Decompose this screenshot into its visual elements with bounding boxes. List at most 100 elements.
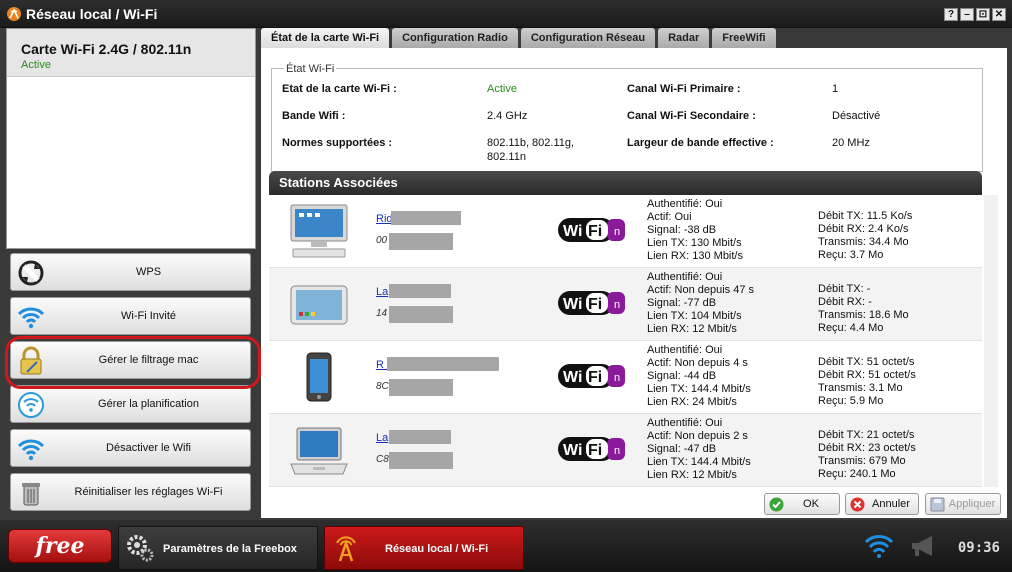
disable-wifi-button[interactable]: Désactiver le Wifi	[10, 429, 251, 467]
station-row[interactable]: La C8 16 WiFin Authentifié: Oui Actif: N…	[269, 414, 982, 487]
tab-radar[interactable]: Radar	[658, 28, 710, 48]
wifi-certified-logo: Wi Fi n	[558, 218, 625, 242]
check-icon	[769, 497, 784, 512]
station-rates: Débit TX: - Débit RX: - Transmis: 18.6 M…	[818, 283, 909, 335]
logo-fi: Fi	[588, 296, 602, 313]
link-tx-text: Lien TX: 144.4 Mbit/s	[647, 456, 751, 468]
auth-text: Authentifié: Oui	[647, 417, 723, 429]
station-row[interactable]: R 7 8C 7B WiFin Authentifié: Oui Actif: …	[269, 341, 982, 414]
minimize-button[interactable]: –	[960, 8, 974, 21]
title-bar[interactable]: Réseau local / Wi-Fi ? – ⊡ ✕	[0, 0, 1012, 28]
wifi-certified-logo: Wi Fi n	[558, 364, 625, 388]
redaction-box	[387, 357, 499, 371]
redaction-box	[389, 284, 451, 298]
etat-label: Etat de la carte Wi-Fi :	[282, 83, 397, 95]
maximize-button[interactable]: ⊡	[976, 8, 990, 21]
tab-network-config[interactable]: Configuration Réseau	[520, 28, 656, 48]
station-name[interactable]: La	[376, 432, 388, 444]
ok-button[interactable]: OK	[764, 493, 840, 515]
stations-scrollbar[interactable]	[984, 195, 998, 487]
taskbar-freebox-settings[interactable]: Paramètres de la Freebox	[118, 526, 318, 570]
tab-wifi-state[interactable]: État de la carte Wi-Fi	[261, 28, 390, 48]
cancel-label: Annuler	[872, 498, 910, 510]
logo-wi: Wi	[563, 442, 582, 459]
logo-n: n	[614, 299, 620, 311]
rate-rx-text: Débit RX: 2.4 Ko/s	[818, 223, 909, 235]
clock: 09:36	[957, 540, 1000, 556]
tab-freewifi[interactable]: FreeWifi	[712, 28, 776, 48]
wifi-tower-icon	[7, 7, 21, 21]
sent-text: Transmis: 679 Mo	[818, 455, 906, 467]
tab-radio-config[interactable]: Configuration Radio	[392, 28, 518, 48]
card-title: Carte Wi-Fi 2.4G / 802.11n	[21, 41, 192, 57]
taskbar-wifi[interactable]: Réseau local / Wi-Fi	[324, 526, 524, 570]
mac-filter-button[interactable]: Gérer le filtrage mac	[10, 341, 251, 379]
free-menu-button[interactable]: free	[8, 529, 112, 563]
wifi-certified-logo: Wi Fi n	[558, 437, 625, 461]
wifi-state-legend: État Wi-Fi	[284, 63, 337, 75]
disable-wifi-label: Désactiver le Wifi	[106, 442, 191, 454]
reset-wifi-button[interactable]: Réinitialiser les réglages Wi-Fi	[10, 473, 251, 511]
rate-rx-text: Débit RX: 51 octet/s	[818, 369, 916, 381]
bande-label: Bande Wifi :	[282, 110, 346, 122]
signal-text: Signal: -44 dB	[647, 370, 717, 382]
station-rates: Débit TX: 11.5 Ko/s Débit RX: 2.4 Ko/s T…	[818, 210, 912, 262]
close-button[interactable]: ✕	[992, 8, 1006, 21]
active-text: Actif: Non depuis 4 s	[647, 357, 748, 369]
active-text: Actif: Non depuis 47 s	[647, 284, 755, 296]
station-row[interactable]: La 14 96 WiFin Authentifié: Oui Actif: N…	[269, 268, 982, 341]
logo-wi: Wi	[563, 369, 582, 386]
wifi-certified-logo: Wi Fi n	[558, 291, 625, 315]
rate-tx-text: Débit TX: 11.5 Ko/s	[818, 210, 913, 222]
station-row[interactable]: Rid wifi 00 43 WiFin Authentifié: Oui Ac…	[269, 195, 982, 268]
link-rx-text: Lien RX: 24 Mbit/s	[647, 396, 737, 408]
sent-text: Transmis: 18.6 Mo	[818, 309, 909, 321]
station-info: Authentifié: Oui Actif: Non depuis 4 s S…	[647, 344, 751, 409]
station-info: Authentifié: Oui Actif: Non depuis 47 s …	[647, 271, 754, 336]
schedule-label: Gérer la planification	[98, 398, 199, 410]
logo-wi: Wi	[563, 223, 582, 240]
wifi-guest-icon	[17, 307, 45, 329]
rate-rx-text: Débit RX: -	[818, 296, 872, 308]
auth-text: Authentifié: Oui	[647, 271, 723, 283]
schedule-button[interactable]: Gérer la planification	[10, 385, 251, 423]
wifi-status-icon[interactable]	[864, 533, 894, 559]
ok-label: OK	[803, 498, 819, 510]
station-info: Authentifié: Oui Actif: Oui Signal: -38 …	[647, 198, 743, 263]
wifi-state-box: État Wi-Fi Etat de la carte Wi-Fi : Acti…	[271, 63, 983, 172]
rate-tx-text: Débit TX: -	[818, 283, 871, 295]
taskbar-label: Paramètres de la Freebox	[163, 543, 297, 555]
station-name[interactable]: La	[376, 286, 388, 298]
normes-value-2: 802.11n	[487, 151, 526, 163]
received-text: Reçu: 5.9 Mo	[818, 395, 884, 407]
canal-secondaire-label: Canal Wi-Fi Secondaire :	[627, 110, 756, 122]
wifi-guest-button[interactable]: Wi-Fi Invité	[10, 297, 251, 335]
station-info: Authentifié: Oui Actif: Non depuis 2 s S…	[647, 417, 751, 482]
card-item-selected[interactable]: Carte Wi-Fi 2.4G / 802.11n Active	[7, 29, 255, 77]
signal-text: Signal: -77 dB	[647, 297, 717, 309]
wps-button[interactable]: WPS	[10, 253, 251, 291]
tablet-icon	[290, 285, 348, 325]
taskbar: free Paramètres de la Freebox Réseau loc…	[0, 520, 1012, 572]
link-tx-text: Lien TX: 144.4 Mbit/s	[647, 383, 751, 395]
logo-n: n	[614, 445, 620, 457]
wifi-window: Réseau local / Wi-Fi ? – ⊡ ✕ Carte Wi-Fi…	[0, 0, 1012, 520]
megaphone-icon[interactable]	[908, 533, 938, 559]
rate-rx-text: Débit RX: 23 octet/s	[818, 442, 916, 454]
wps-icon	[18, 260, 44, 286]
link-tx-text: Lien TX: 104 Mbit/s	[647, 310, 742, 322]
window-title: Réseau local / Wi-Fi	[26, 6, 158, 22]
trash-icon	[22, 483, 40, 506]
apply-label: Appliquer	[948, 498, 996, 510]
cancel-icon	[850, 497, 865, 512]
logo-fi: Fi	[588, 442, 602, 459]
apply-button[interactable]: Appliquer	[925, 493, 1001, 515]
received-text: Reçu: 240.1 Mo	[818, 468, 896, 480]
etat-value: Active	[487, 83, 517, 95]
canal-primaire-value: 1	[832, 83, 839, 95]
cancel-button[interactable]: Annuler	[845, 493, 919, 515]
help-button[interactable]: ?	[944, 8, 958, 21]
logo-fi: Fi	[588, 223, 602, 240]
canal-secondaire-value: Désactivé	[832, 110, 881, 122]
logo-fi: Fi	[588, 369, 602, 386]
